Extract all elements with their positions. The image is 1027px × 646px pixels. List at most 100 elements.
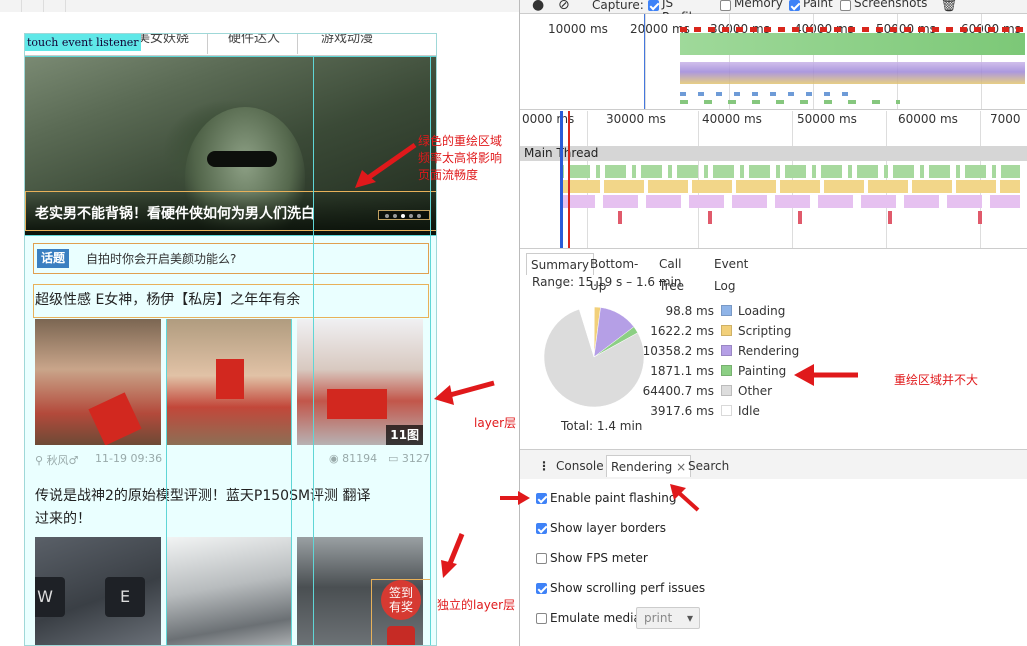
enable-paint-flashing-option[interactable]: Enable paint flashing bbox=[536, 490, 676, 506]
emulate-media-option[interactable]: Emulate media bbox=[536, 610, 641, 626]
summary-pie-chart bbox=[544, 307, 644, 407]
flame-chart[interactable]: 0000 ms 30000 ms 40000 ms 50000 ms 60000… bbox=[520, 111, 1027, 249]
legend-rendering: 10358.2 ms Rendering bbox=[642, 344, 800, 358]
show-fps-meter-option[interactable]: Show FPS meter bbox=[536, 550, 648, 566]
tab-hardware[interactable]: 硬件达人 bbox=[228, 34, 280, 46]
tab-summary[interactable]: Summary bbox=[526, 253, 594, 275]
capture-screenshots[interactable]: Screenshots bbox=[840, 0, 927, 12]
capture-memory[interactable]: Memory bbox=[720, 0, 783, 12]
tick-label: 50000 ms bbox=[797, 112, 857, 126]
devtools-panel: ● ⊘ Capture: JS Profile Memory Paint Scr… bbox=[500, 0, 1027, 646]
tick-label: 0000 ms bbox=[522, 112, 575, 126]
flame-row bbox=[560, 180, 1020, 193]
tab-games[interactable]: 游戏动漫 bbox=[321, 34, 373, 46]
tab-console[interactable]: Console bbox=[552, 455, 608, 477]
network-graph bbox=[680, 92, 860, 96]
post-title[interactable]: 超级性感 E女神，杨伊【私房】之年年有余 bbox=[35, 289, 300, 312]
legend-idle: 3917.6 ms Idle bbox=[650, 404, 760, 418]
author-name: ⚲ 秋风♂ bbox=[35, 454, 79, 467]
total-time: Total: 1.4 min bbox=[561, 419, 643, 433]
arrow-icon bbox=[500, 491, 530, 505]
main-thread-track[interactable]: Main Thread bbox=[520, 146, 1027, 161]
capture-paint[interactable]: Paint bbox=[789, 0, 833, 12]
view-count: ◉ 81194 bbox=[329, 452, 378, 465]
capture-toolbar: ● ⊘ Capture: JS Profile Memory Paint Scr… bbox=[520, 0, 1027, 24]
swatch bbox=[721, 305, 732, 316]
show-scrolling-perf-option[interactable]: Show scrolling perf issues bbox=[536, 580, 705, 596]
tab-event-log[interactable]: Event Log bbox=[710, 253, 752, 293]
legend-loading: 98.8 ms Loading bbox=[665, 304, 786, 318]
post-title[interactable]: 过来的！ bbox=[35, 508, 91, 531]
sign-in-button[interactable]: 签到 有奖 bbox=[381, 580, 421, 620]
banner-caption[interactable]: 老实男不能背锅！看硬件侠如何为男人们洗白 bbox=[35, 203, 315, 223]
capture-js-profile[interactable]: JS Profile bbox=[648, 0, 699, 24]
post-time: 11-19 09:36 bbox=[95, 452, 163, 465]
drawer-menu-icon[interactable]: ⋮ bbox=[534, 455, 554, 477]
touch-listener-label: touch event listener bbox=[25, 34, 141, 51]
flame-row bbox=[560, 211, 1020, 224]
tick-label: 40000 ms bbox=[702, 112, 762, 126]
banner-sunglasses bbox=[207, 151, 277, 167]
annotation: layer层 bbox=[474, 416, 517, 430]
swatch bbox=[721, 385, 732, 396]
post-image[interactable] bbox=[35, 319, 161, 445]
comment-count: ▭ 3127 bbox=[388, 452, 430, 465]
gift-icon bbox=[387, 626, 415, 645]
capture-label: Capture: bbox=[592, 0, 644, 12]
preview-toolbar bbox=[0, 0, 519, 12]
tab-divider bbox=[207, 34, 208, 54]
tick-label: 60000 ms bbox=[898, 112, 958, 126]
annotation: 独立的layer层 bbox=[437, 598, 516, 612]
network-graph bbox=[680, 100, 900, 104]
flame-row bbox=[560, 165, 1020, 178]
keyboard-key: E bbox=[105, 577, 145, 617]
topic-tag: 话题 bbox=[37, 249, 70, 268]
show-layer-borders-option[interactable]: Show layer borders bbox=[536, 520, 666, 536]
annotation: 绿色的重绘区域 频率太高将影响 页面流畅度 bbox=[418, 134, 503, 182]
timeline-overview[interactable]: 10000 ms 20000 ms 30000 ms 40000 ms 5000… bbox=[520, 14, 1027, 110]
swatch bbox=[721, 345, 732, 356]
tick-label: 7000 bbox=[990, 112, 1021, 126]
clear-icon[interactable]: ⊘ bbox=[558, 0, 570, 13]
post-image[interactable]: 11图 bbox=[297, 319, 423, 445]
arrow-icon bbox=[794, 364, 858, 386]
red-frame-markers bbox=[680, 27, 1025, 32]
annotation: 重绘区域并不大 bbox=[894, 373, 979, 387]
tab-call-tree[interactable]: Call Tree bbox=[655, 253, 688, 293]
record-icon[interactable]: ● bbox=[532, 0, 544, 13]
category-tabs: 美女妖娆 硬件达人 游戏动漫 touch event listener bbox=[25, 34, 436, 56]
tab-rendering[interactable]: Rendering × bbox=[606, 455, 692, 477]
range-text: Range: 15.19 s – 1.6 min bbox=[532, 275, 682, 289]
image-count-badge: 11图 bbox=[386, 425, 423, 445]
tab-divider bbox=[297, 34, 298, 54]
arrow-icon bbox=[434, 380, 495, 405]
post-title[interactable]: 传说是战神2的原始模型评测！蓝天P150SM评测 翻译 bbox=[35, 485, 371, 508]
tick-label: 10000 ms bbox=[548, 22, 608, 36]
keyboard-key: W bbox=[35, 577, 65, 617]
arrow-icon bbox=[441, 533, 465, 578]
fps-graph bbox=[680, 33, 1025, 55]
carousel-dots[interactable] bbox=[378, 210, 430, 220]
post-image[interactable] bbox=[166, 537, 292, 645]
topic-row[interactable]: 话题 自拍时你会开启美颜功能么? bbox=[33, 243, 429, 274]
tick-label: 30000 ms bbox=[606, 112, 666, 126]
swatch bbox=[721, 405, 732, 416]
cpu-graph bbox=[680, 62, 1025, 84]
swatch bbox=[721, 365, 732, 376]
trash-icon[interactable]: 🗑 bbox=[940, 0, 958, 13]
post-image[interactable]: W E bbox=[35, 537, 161, 645]
post-image[interactable] bbox=[166, 319, 292, 445]
chevron-down-icon: ▾ bbox=[686, 611, 693, 625]
tab-beauty[interactable]: 美女妖娆 bbox=[137, 34, 189, 46]
emulate-media-select[interactable]: print ▾ bbox=[636, 607, 700, 629]
topic-text[interactable]: 自拍时你会开启美颜功能么? bbox=[86, 250, 236, 267]
legend-scripting: 1622.2 ms Scripting bbox=[650, 324, 792, 338]
flame-row bbox=[560, 195, 1020, 208]
tab-search[interactable]: Search bbox=[684, 455, 733, 477]
mobile-preview-pane: 美女妖娆 硬件达人 游戏动漫 touch event listener 老实男不… bbox=[0, 0, 519, 646]
mobile-page: 美女妖娆 硬件达人 游戏动漫 touch event listener 老实男不… bbox=[24, 33, 437, 646]
swatch bbox=[721, 325, 732, 336]
arrow-icon bbox=[355, 142, 417, 188]
tab-bottom-up[interactable]: Bottom-Up bbox=[586, 253, 642, 293]
drawer-tabs: ⋮ Console Rendering × Search bbox=[520, 449, 1027, 479]
